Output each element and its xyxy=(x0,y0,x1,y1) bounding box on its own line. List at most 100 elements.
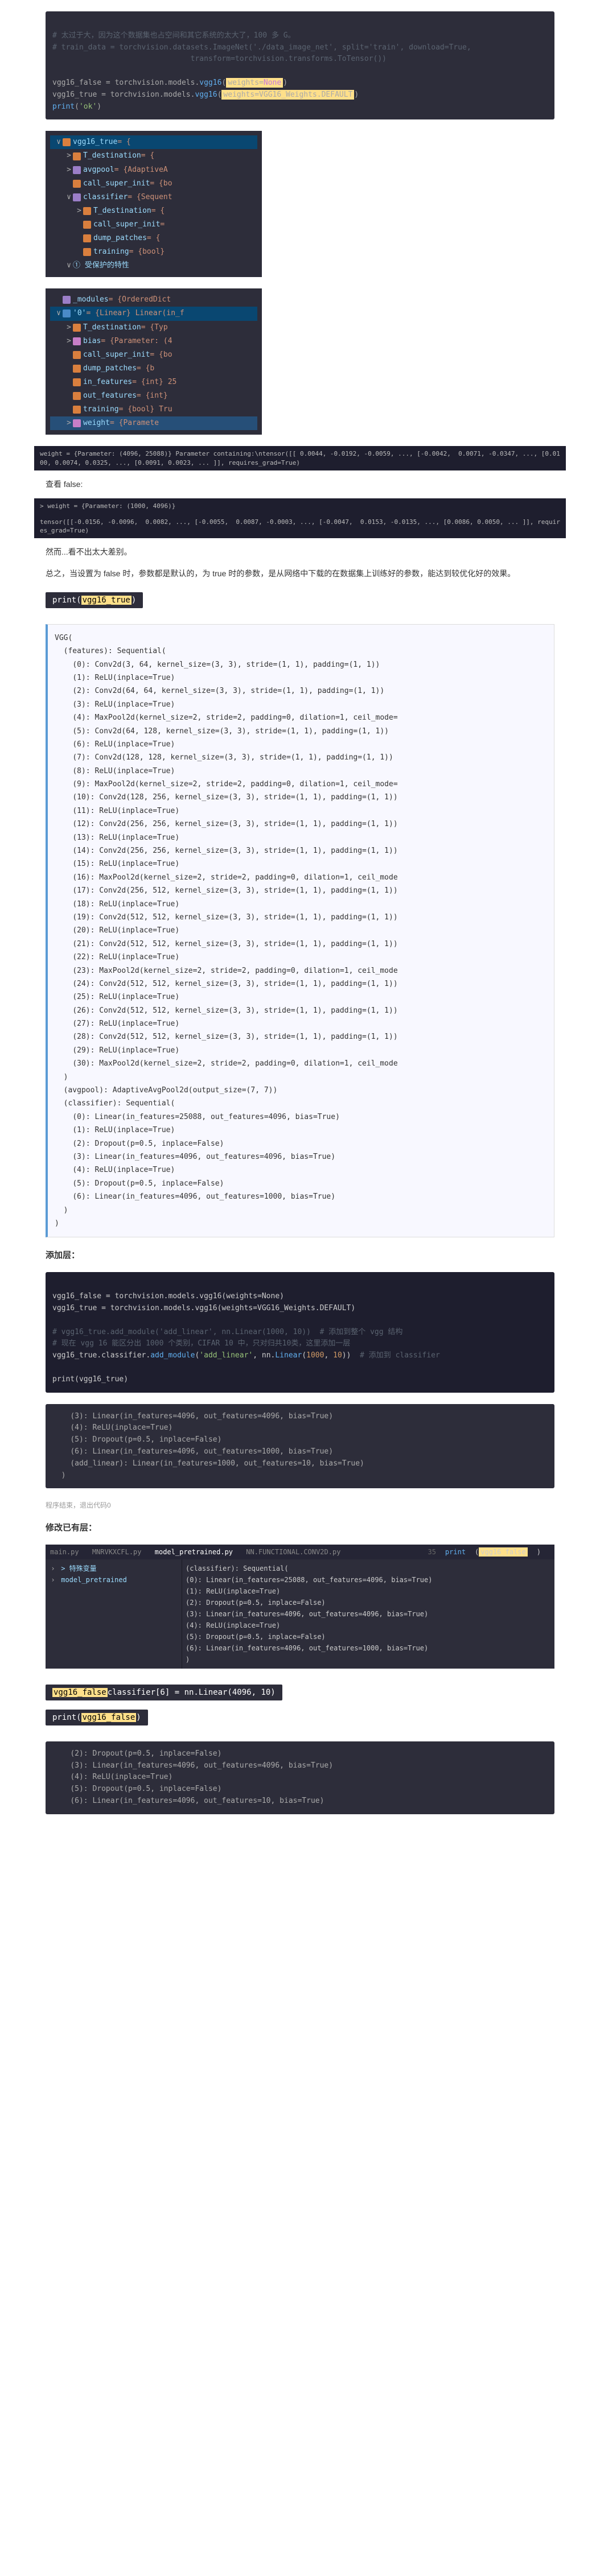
tensor-weight-2: tensor([[-0.0156, -0.0096, 0.0082, ..., … xyxy=(34,514,566,539)
console-line: (2): Dropout(p=0.5, inplace=False) xyxy=(186,1597,551,1608)
comment: # 太过于大，因为这个数据集也占空间和其它系统的太大了，100 多 G。 xyxy=(52,31,295,40)
tab-main[interactable]: main.py xyxy=(50,1548,79,1556)
chevron-icon[interactable] xyxy=(75,232,83,245)
tree-row[interactable]: >avgpool = {AdaptiveA xyxy=(50,163,257,177)
tree-key: in_features xyxy=(83,376,132,389)
tree-key: training xyxy=(93,246,129,258)
console-line: (0): Linear(in_features=25088, out_featu… xyxy=(186,1574,551,1586)
tree-row[interactable]: ∨vgg16_true = { xyxy=(50,135,257,149)
tree-row[interactable]: dump_patches = { xyxy=(50,232,257,245)
console-line: ) xyxy=(186,1654,551,1665)
tree-row[interactable]: call_super_init = {bo xyxy=(50,348,257,362)
chevron-icon[interactable]: > xyxy=(75,205,83,217)
field-icon xyxy=(63,309,71,317)
tree-key: dump_patches xyxy=(93,232,147,245)
tree-row[interactable]: dump_patches = {b xyxy=(50,362,257,375)
comment: # vgg16_true.add_module('add_linear', nn… xyxy=(52,1328,402,1336)
heading-modify-layer: 修改已有层： xyxy=(46,1521,554,1533)
tree-value: = {int} xyxy=(137,390,168,402)
chevron-icon[interactable]: › xyxy=(49,1575,57,1585)
chevron-icon[interactable]: ∨ xyxy=(65,259,73,272)
chevron-icon[interactable]: > xyxy=(65,321,73,334)
tree-value: = {bool} xyxy=(129,246,165,258)
tab-mnrvk[interactable]: MNRVKXCFL.py xyxy=(92,1548,142,1556)
chevron-icon[interactable] xyxy=(65,177,73,190)
ide-tab-bar[interactable]: main.py MNRVKXCFL.py model_pretrained.py… xyxy=(46,1545,554,1559)
chevron-icon[interactable] xyxy=(65,362,73,375)
chevron-icon[interactable] xyxy=(65,349,73,361)
tree-row[interactable]: > T_destination = { xyxy=(50,204,257,218)
chevron-icon[interactable]: > xyxy=(65,150,73,162)
text-check-false: 查看 false: xyxy=(46,477,554,492)
text-conclusion: 总之，当设置为 false 时，参数都是默认的，为 true 时的参数，是从网络… xyxy=(46,567,554,581)
code-line: vgg16_true = torchvision.models.vgg16(we… xyxy=(52,90,359,100)
chevron-icon[interactable]: > xyxy=(65,417,73,430)
tree-row[interactable]: call_super_init = xyxy=(50,218,257,232)
chevron-icon[interactable] xyxy=(75,218,83,231)
tab-model-pretrained[interactable]: model_pretrained.py xyxy=(155,1548,233,1556)
tree-row[interactable]: ∨'0' = {Linear} Linear(in_f xyxy=(50,307,257,320)
tree-value: = { xyxy=(151,205,165,217)
code-line: vgg16_false = torchvision.models.vgg16(w… xyxy=(52,78,287,88)
tree-key: training xyxy=(83,403,119,416)
ide-code-preview: 35print(vgg16_false) xyxy=(422,1547,541,1557)
chevron-icon[interactable] xyxy=(65,376,73,389)
chevron-icon[interactable]: > xyxy=(65,164,73,176)
debug-tree-modules: _modules = {OrderedDict∨'0' = {Linear} L… xyxy=(46,288,262,435)
tree-row[interactable]: in_features = {int} 25 xyxy=(50,375,257,389)
code-line: print(vgg16_true) xyxy=(52,1375,128,1384)
tree-value: = {bo xyxy=(150,349,172,361)
tree-row[interactable]: ∨classifier = {Sequent xyxy=(50,191,257,204)
code-pill-print-true: print(vgg16_true) xyxy=(46,592,143,608)
output-add-linear: (3): Linear(in_features=4096, out_featur… xyxy=(46,1404,554,1489)
debug-tree-vgg16-true: ∨vgg16_true = {>T_destination = {>avgpoo… xyxy=(46,131,262,277)
chevron-icon[interactable]: ∨ xyxy=(65,191,73,204)
tree-row[interactable]: out_features = {int} xyxy=(50,389,257,403)
field-icon xyxy=(63,138,71,146)
tree-key: bias xyxy=(83,335,101,348)
ide-variables-tree[interactable]: › > 特殊变量 › model_pretrained xyxy=(46,1559,182,1669)
tree-row[interactable]: > weight = {Paramete xyxy=(50,416,257,430)
chevron-icon[interactable] xyxy=(55,294,63,306)
field-icon xyxy=(73,166,81,174)
field-icon xyxy=(83,221,91,229)
tree-value: = {bo xyxy=(150,177,172,190)
tree-value: = { xyxy=(117,136,130,148)
console-line: (1): ReLU(inplace=True) xyxy=(186,1586,551,1597)
tree-row[interactable]: >T_destination = { xyxy=(50,149,257,163)
chevron-icon[interactable]: ∨ xyxy=(55,307,63,320)
chevron-icon[interactable] xyxy=(65,403,73,416)
field-icon xyxy=(63,296,71,304)
tensor-weight-1: weight = {Parameter: (4096, 25088)} Para… xyxy=(34,446,566,470)
ide-console-output: (classifier): Sequential( (0): Linear(in… xyxy=(182,1559,554,1669)
field-icon xyxy=(83,207,91,215)
tree-value: = {Paramete xyxy=(110,417,159,430)
tree-key: call_super_init xyxy=(83,177,150,190)
code-line: print('ok') xyxy=(52,102,101,111)
chevron-icon[interactable]: › xyxy=(49,1563,57,1574)
tree-row[interactable]: training = {bool} xyxy=(50,245,257,259)
tree-row[interactable]: _modules = {OrderedDict xyxy=(50,293,257,307)
tree-row[interactable]: >T_destination = {Typ xyxy=(50,321,257,335)
tab-nn-functional[interactable]: NN.FUNCTIONAL.CONV2D.py xyxy=(246,1548,340,1556)
tree-key: T_destination xyxy=(83,150,141,162)
tree-row[interactable]: call_super_init = {bo xyxy=(50,177,257,191)
tree-key: weight xyxy=(83,417,110,430)
field-icon xyxy=(73,351,81,359)
tree-row[interactable]: ∨① 受保护的特性 xyxy=(50,259,257,273)
tree-key: T_destination xyxy=(93,205,151,217)
code-pill-print-false: print(vgg16_false) xyxy=(46,1710,148,1725)
chevron-icon[interactable] xyxy=(75,246,83,258)
tree-row[interactable]: training = {bool} Tru xyxy=(50,403,257,416)
chevron-icon[interactable]: ∨ xyxy=(55,136,63,148)
vgg-model-output: VGG( (features): Sequential( (0): Conv2d… xyxy=(46,624,554,1238)
tree-value: = {Typ xyxy=(141,321,168,334)
text-exit-code: 程序结束，退出代码0 xyxy=(46,1500,554,1512)
chevron-icon[interactable] xyxy=(65,390,73,402)
tensor-weight-2-label: > weight = {Parameter: (1000, 4096)} xyxy=(34,498,566,514)
chevron-icon[interactable]: > xyxy=(65,335,73,348)
tree-key: classifier xyxy=(83,191,128,204)
tree-row[interactable]: >bias = {Parameter: (4 xyxy=(50,335,257,348)
console-line: (classifier): Sequential( xyxy=(186,1563,551,1574)
console-line: (4): ReLU(inplace=True) xyxy=(186,1620,551,1631)
